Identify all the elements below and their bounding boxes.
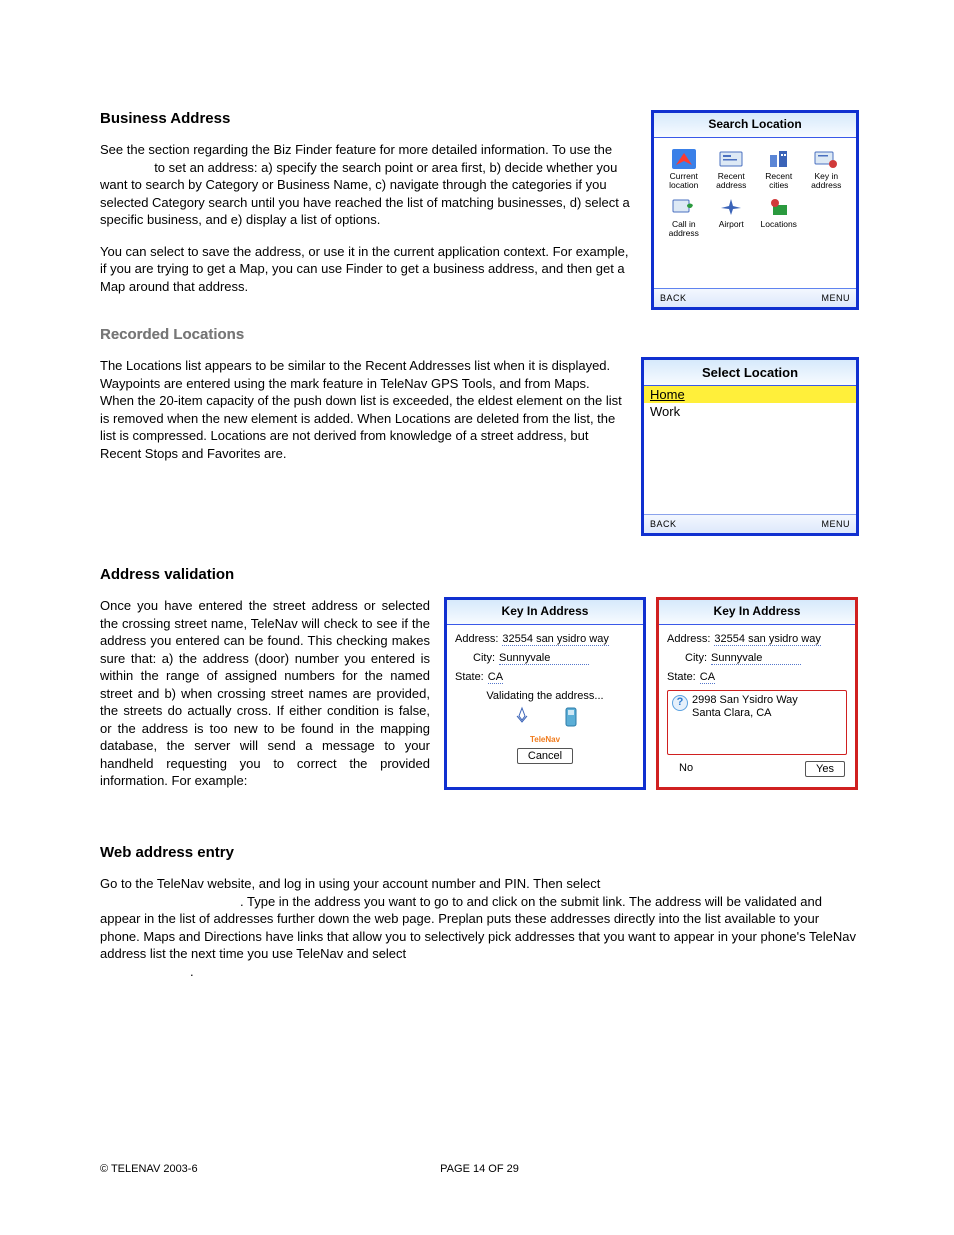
icon-label: Current location (669, 172, 698, 190)
brand-label: TeleNav (455, 735, 635, 744)
label-state: State: (455, 671, 484, 683)
softkey-menu[interactable]: MENU (822, 519, 851, 529)
keyboard-card-icon (813, 148, 839, 170)
label-address: Address: (667, 633, 710, 645)
heading-address-validation: Address validation (100, 566, 859, 583)
icon-label: Call in address (669, 220, 699, 238)
screen-title: Search Location (654, 113, 856, 138)
phone-icon (563, 706, 579, 731)
select-location-figure: Select Location Home Work BACK MENU (641, 357, 859, 536)
key-in-address-figures: Key In Address Address: 32554 san ysidro… (444, 597, 858, 790)
airplane-icon (718, 196, 744, 218)
screen-title: Select Location (644, 360, 856, 386)
key-in-address-suggest: Key In Address Address: 32554 san ysidro… (656, 597, 858, 790)
footer-copyright: © TELENAV 2003-6 (100, 1163, 198, 1175)
label-city: City: (473, 652, 495, 664)
icon-recent-address[interactable]: Recent address (708, 148, 756, 190)
value-address: 32554 san ysidro way (714, 633, 820, 646)
value-address: 32554 san ysidro way (502, 633, 608, 646)
suggestion-box: ? 2998 San Ysidro Way Santa Clara, CA (667, 690, 847, 755)
icon-call-in-address[interactable]: Call in address (660, 196, 708, 238)
search-location-screen: Search Location Current location Recent … (651, 110, 859, 310)
icon-label: Locations (761, 220, 797, 229)
paragraph: Go to the TeleNav website, and log in us… (100, 875, 859, 980)
text: . (190, 964, 194, 979)
business-address-section: Business Address See the section regardi… (100, 110, 859, 310)
address-validation-text: Once you have entered the street address… (100, 597, 430, 804)
question-icon: ? (672, 695, 688, 711)
search-location-figure: Search Location Current location Recent … (651, 110, 859, 310)
label-state: State: (667, 671, 696, 683)
yes-button[interactable]: Yes (805, 761, 845, 777)
icon-recent-cities[interactable]: Recent cities (755, 148, 803, 190)
footer-page-number: PAGE 14 OF 29 (440, 1163, 519, 1175)
softkey-back[interactable]: BACK (650, 519, 677, 529)
pin-map-icon (766, 196, 792, 218)
suggestion-text: 2998 San Ysidro Way Santa Clara, CA (692, 694, 798, 720)
key-in-address-validating: Key In Address Address: 32554 san ysidro… (444, 597, 646, 790)
document-page: Business Address See the section regardi… (0, 0, 954, 1235)
paragraph: The Locations list appears to be similar… (100, 357, 627, 462)
form-body: Address: 32554 san ysidro way City: Sunn… (659, 625, 855, 787)
location-list: Home Work (644, 386, 856, 514)
buildings-icon (766, 148, 792, 170)
softkey-menu[interactable]: MENU (822, 293, 851, 303)
address-validation-section: Once you have entered the street address… (100, 597, 859, 804)
text: See the section regarding the Biz Finder… (100, 142, 612, 157)
list-item-home[interactable]: Home (644, 386, 856, 403)
softkey-back[interactable]: BACK (660, 293, 687, 303)
label-address: Address: (455, 633, 498, 645)
heading-web-address-entry: Web address entry (100, 844, 859, 861)
heading-business-address: Business Address (100, 110, 637, 127)
screen-footer: BACK MENU (654, 288, 856, 307)
heading-recorded-locations: Recorded Locations (100, 326, 859, 343)
paragraph: See the section regarding the Biz Finder… (100, 141, 637, 229)
screen-title: Key In Address (659, 600, 855, 625)
no-button[interactable]: No (669, 761, 703, 777)
value-city: Sunnyvale (499, 652, 589, 665)
recorded-locations-section: The Locations list appears to be similar… (100, 357, 859, 536)
list-item-work[interactable]: Work (644, 403, 856, 420)
value-state: CA (700, 671, 715, 684)
icon-locations[interactable]: Locations (755, 196, 803, 238)
select-location-screen: Select Location Home Work BACK MENU (641, 357, 859, 536)
form-body: Address: 32554 san ysidro way City: Sunn… (447, 625, 643, 774)
icon-current-location[interactable]: Current location (660, 148, 708, 190)
icon-label: Airport (719, 220, 744, 229)
value-city: Sunnyvale (711, 652, 801, 665)
text: to set an address: a) specify the search… (100, 160, 630, 228)
business-address-text: Business Address See the section regardi… (100, 110, 637, 309)
progress-icons (455, 706, 635, 731)
icon-label: Recent address (716, 172, 746, 190)
paragraph: Once you have entered the street address… (100, 597, 430, 790)
card-icon (718, 148, 744, 170)
text: . Type in the address you want to go to … (100, 894, 856, 962)
icon-key-in-address[interactable]: Key in address (803, 148, 851, 190)
cancel-button[interactable]: Cancel (517, 748, 573, 764)
icon-airport[interactable]: Airport (708, 196, 756, 238)
label-city: City: (685, 652, 707, 664)
suggestion-line1: 2998 San Ysidro Way (692, 694, 798, 707)
recorded-locations-text: The Locations list appears to be similar… (100, 357, 627, 476)
phone-card-icon (671, 196, 697, 218)
icon-grid: Current location Recent address Recent c… (654, 138, 856, 288)
map-arrow-icon (671, 148, 697, 170)
page-footer: © TELENAV 2003-6 PAGE 14 OF 29 (100, 1163, 859, 1175)
screen-footer: BACK MENU (644, 514, 856, 533)
screen-title: Key In Address (447, 600, 643, 625)
validating-message: Validating the address... (455, 690, 635, 702)
icon-label: Key in address (811, 172, 841, 190)
paragraph: You can select to save the address, or u… (100, 243, 637, 296)
satellite-icon (511, 706, 533, 731)
text: Go to the TeleNav website, and log in us… (100, 876, 600, 891)
suggestion-line2: Santa Clara, CA (692, 707, 798, 720)
value-state: CA (488, 671, 503, 684)
icon-label: Recent cities (765, 172, 792, 190)
